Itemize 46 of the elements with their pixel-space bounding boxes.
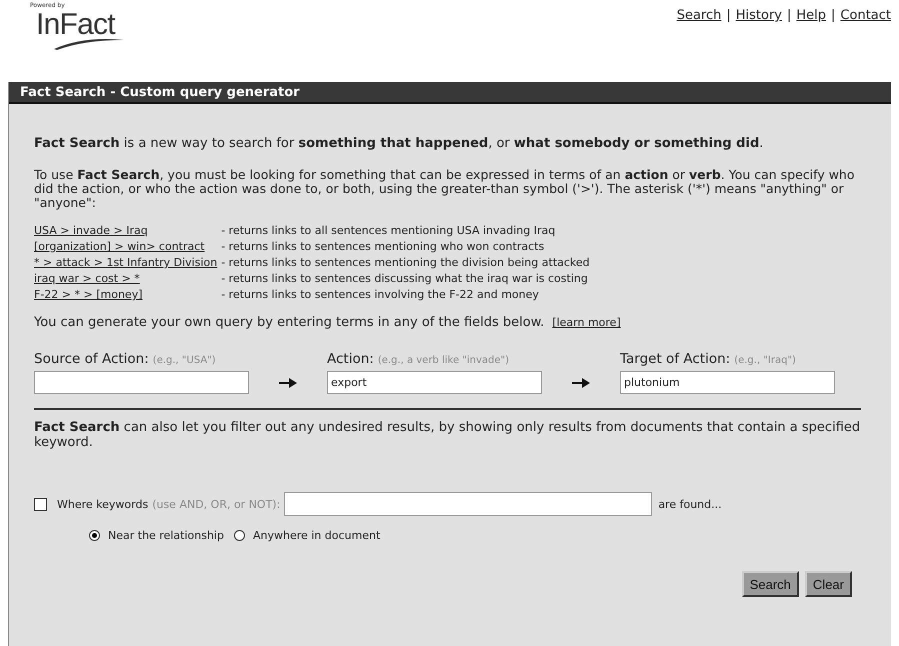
keywords-checkbox[interactable] (34, 498, 47, 510)
arrow-icon (279, 377, 297, 389)
usage-text: To use Fact Search, you must be looking for something that can be expressed in terms of an action or verb. You can specify who did the action, or who the action was done to, or both, using the greater-than symbol ('>'). The asterisk ('*') means "anything" or "anyone": (34, 168, 856, 210)
field-input[interactable] (34, 371, 249, 394)
action-button[interactable]: Clear (804, 571, 852, 597)
field-hint: (e.g., "Iraq") (734, 354, 796, 368)
nav-link[interactable]: History (736, 6, 782, 26)
nav-separator: | (726, 7, 731, 25)
example-description: - returns links to sentences discussing what the iraq war is costing (221, 271, 589, 287)
nav-separator: | (831, 7, 836, 25)
radio-label: Anywhere in document (252, 528, 380, 543)
keywords-suffix: are found... (658, 496, 722, 512)
example-query-link[interactable]: F-22 > * > [money] (34, 288, 142, 301)
radio-button[interactable] (234, 530, 245, 541)
keywords-label: Where keywords (57, 496, 148, 512)
keywords-hint: (use AND, OR, or NOT): (152, 496, 280, 512)
intro-text: Fact Search is a new way to search for something that happened, or what somebody or something did. (34, 136, 764, 151)
field-label: Source of Action: (34, 352, 149, 367)
example-description: - returns links to all sentences mentioning USA invading Iraq (221, 223, 556, 239)
example-query-link[interactable]: USA > invade > Iraq (34, 224, 148, 237)
nav-separator: | (787, 7, 792, 25)
example-query-link[interactable]: iraq war > cost > * (34, 272, 140, 285)
field-input[interactable]: export (327, 371, 542, 394)
field-label: Action: (327, 352, 374, 367)
example-description: - returns links to sentences mentioning who won contracts (221, 239, 546, 255)
panel-title-bar: Fact Search - Custom query generator (9, 82, 891, 104)
radio-button[interactable] (89, 530, 100, 541)
field-label: Target of Action: (620, 352, 730, 367)
field-hint: (e.g., "USA") (152, 354, 216, 368)
arrow-icon (572, 377, 590, 389)
learn-more-link[interactable]: [learn more] (552, 315, 621, 330)
nav-link[interactable]: Search (676, 6, 722, 26)
field-input[interactable]: plutonium (620, 371, 835, 394)
nav-link[interactable]: Contact (840, 6, 891, 26)
generate-note: You can generate your own query by entering terms in any of the fields below. (34, 315, 544, 330)
nav-link[interactable]: Help (796, 6, 826, 26)
radio-label: Near the relationship (108, 528, 224, 543)
filter-note: Fact Search can also let you filter out any undesired results, by showing only results from documents that contain a specified keyword. (34, 420, 862, 450)
example-query-link[interactable]: [organization] > win> contract (34, 240, 205, 253)
field-hint: (e.g., a verb like "invade") (378, 354, 510, 368)
example-description: - returns links to sentences involving the F-22 and money (221, 287, 540, 303)
keywords-field[interactable] (284, 492, 652, 516)
action-button[interactable]: Search (742, 571, 799, 597)
example-query-link[interactable]: * > attack > 1st Infantry Division (34, 256, 218, 269)
logo: InFact (36, 10, 136, 48)
example-description: - returns links to sentences mentioning the division being attacked (221, 255, 591, 271)
